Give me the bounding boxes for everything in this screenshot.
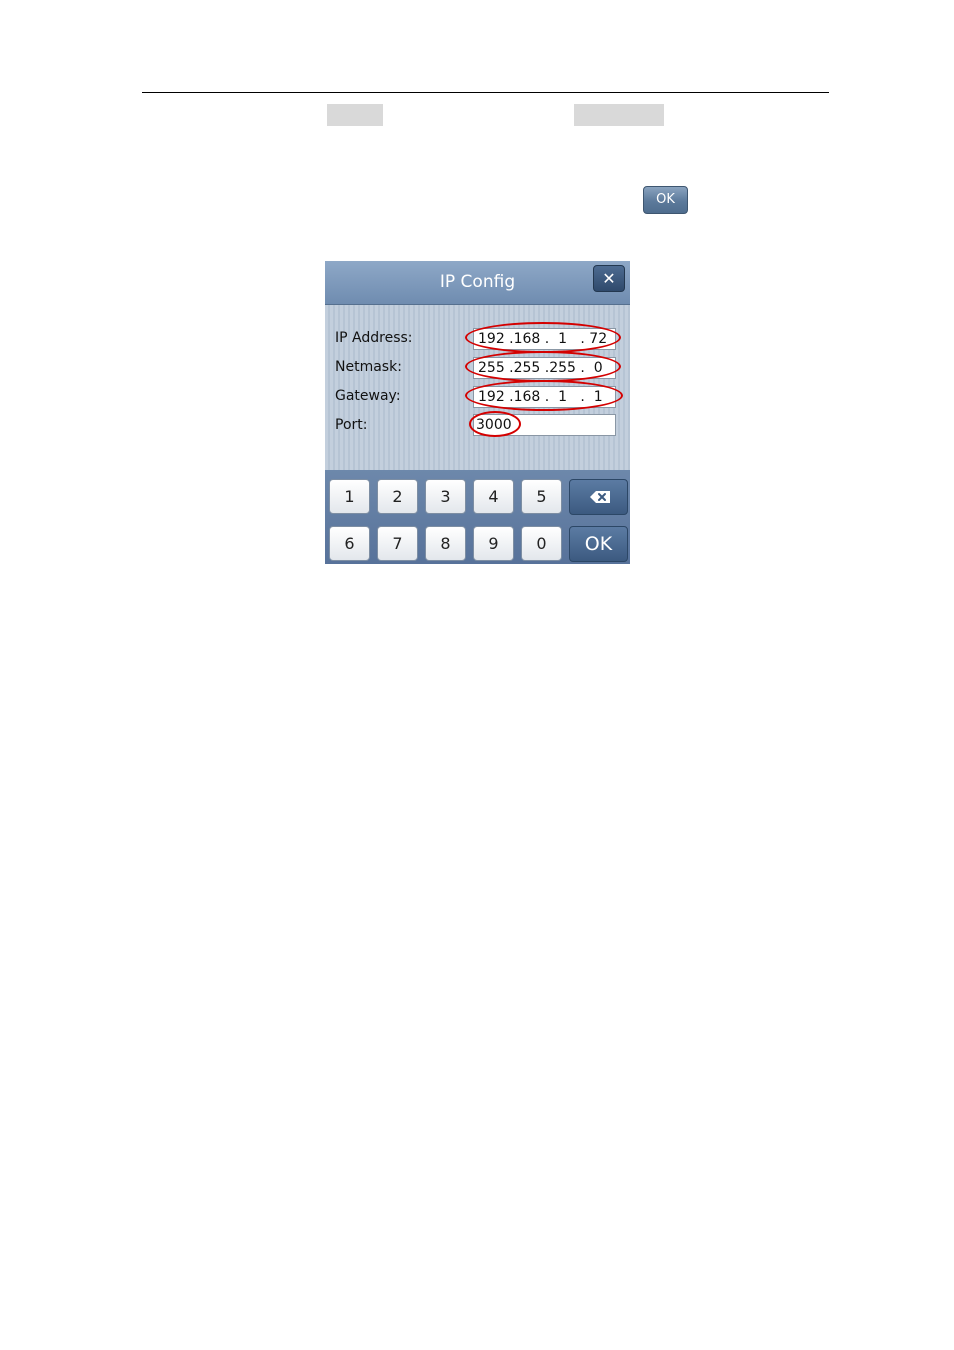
- ip-address-highlight-oval: [465, 322, 621, 353]
- backspace-icon: [590, 491, 610, 503]
- port-highlight-oval: [469, 411, 521, 437]
- highlighted-text-block-2: [574, 104, 664, 126]
- header-rule: [142, 92, 829, 93]
- key-0[interactable]: 0: [521, 526, 562, 561]
- key-5[interactable]: 5: [521, 479, 562, 514]
- key-7[interactable]: 7: [377, 526, 418, 561]
- ip-config-form: IP Address: 192 .168 . 1 . 72 Netmask: 2…: [325, 305, 630, 470]
- key-2[interactable]: 2: [377, 479, 418, 514]
- netmask-label: Netmask:: [335, 359, 402, 375]
- close-button[interactable]: ✕: [593, 265, 625, 292]
- ok-button[interactable]: OK: [569, 526, 628, 562]
- dialog-title: IP Config: [439, 272, 516, 292]
- key-8[interactable]: 8: [425, 526, 466, 561]
- key-6[interactable]: 6: [329, 526, 370, 561]
- key-4[interactable]: 4: [473, 479, 514, 514]
- netmask-highlight-oval: [465, 351, 621, 382]
- port-label: Port:: [335, 417, 368, 433]
- ip-address-label: IP Address:: [335, 330, 413, 346]
- numeric-keypad: 1 2 3 4 5 6 7 8 9 0 OK: [325, 470, 630, 564]
- gateway-highlight-oval: [465, 380, 623, 411]
- ok-button-inline[interactable]: OK: [643, 186, 688, 214]
- backspace-button[interactable]: [569, 479, 628, 515]
- highlighted-text-block-1: [327, 104, 383, 126]
- key-9[interactable]: 9: [473, 526, 514, 561]
- ip-config-dialog: IP Config ✕ IP Address: 192 .168 . 1 . 7…: [325, 261, 630, 564]
- gateway-label: Gateway:: [335, 388, 401, 404]
- key-3[interactable]: 3: [425, 479, 466, 514]
- key-1[interactable]: 1: [329, 479, 370, 514]
- close-icon: ✕: [602, 269, 616, 288]
